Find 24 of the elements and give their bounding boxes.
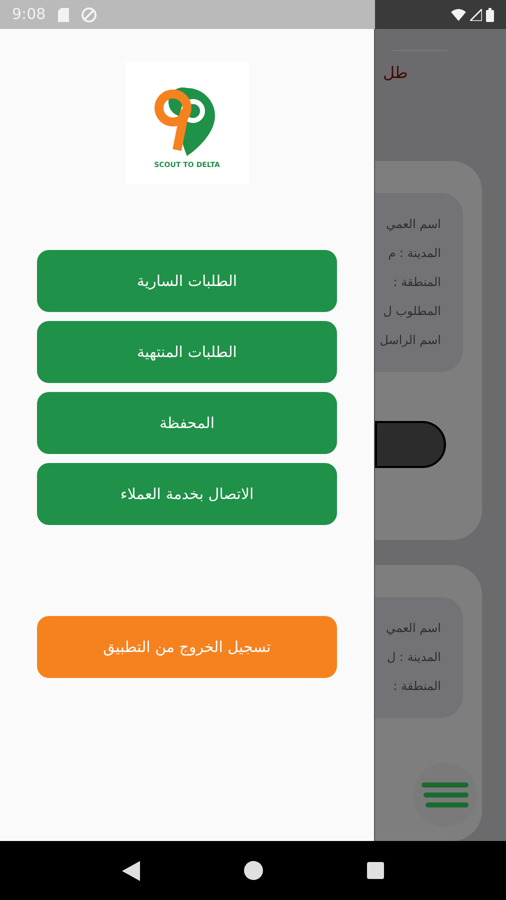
menu-icon	[421, 782, 469, 808]
detail-text: اسم الراسل	[380, 332, 441, 349]
menu-button[interactable]: الاتصال بخدمة العملاء	[37, 463, 337, 525]
menu-button[interactable]: الطلبات المنتهية	[37, 321, 337, 383]
back-icon[interactable]	[122, 860, 140, 880]
blocked-circle-icon	[80, 6, 97, 22]
detail-text: المنطقة :	[393, 678, 441, 695]
battery-icon	[486, 8, 494, 22]
sd-card-icon	[58, 8, 69, 22]
detail-text: المدينة : م	[388, 244, 441, 262]
detail-text: اسم العمي	[386, 216, 441, 233]
wifi-icon	[451, 8, 466, 20]
home-icon[interactable]	[244, 861, 263, 880]
page-title: طل	[383, 64, 408, 81]
detail-text: المدينة : ل	[386, 648, 441, 666]
action-button[interactable]	[375, 420, 446, 468]
detail-text: اسم العمي	[386, 620, 441, 637]
menu-button[interactable]: الطلبات السارية	[37, 250, 337, 312]
clock: 9:08	[12, 4, 46, 26]
signal-icon	[470, 8, 482, 20]
menu-button[interactable]: المحفظة	[37, 392, 337, 454]
detail-text: المنطقة :	[393, 274, 441, 291]
logout-button[interactable]: تسجيل الخروج من التطبيق	[37, 616, 337, 678]
detail-text: المطلوب ل	[383, 302, 441, 320]
